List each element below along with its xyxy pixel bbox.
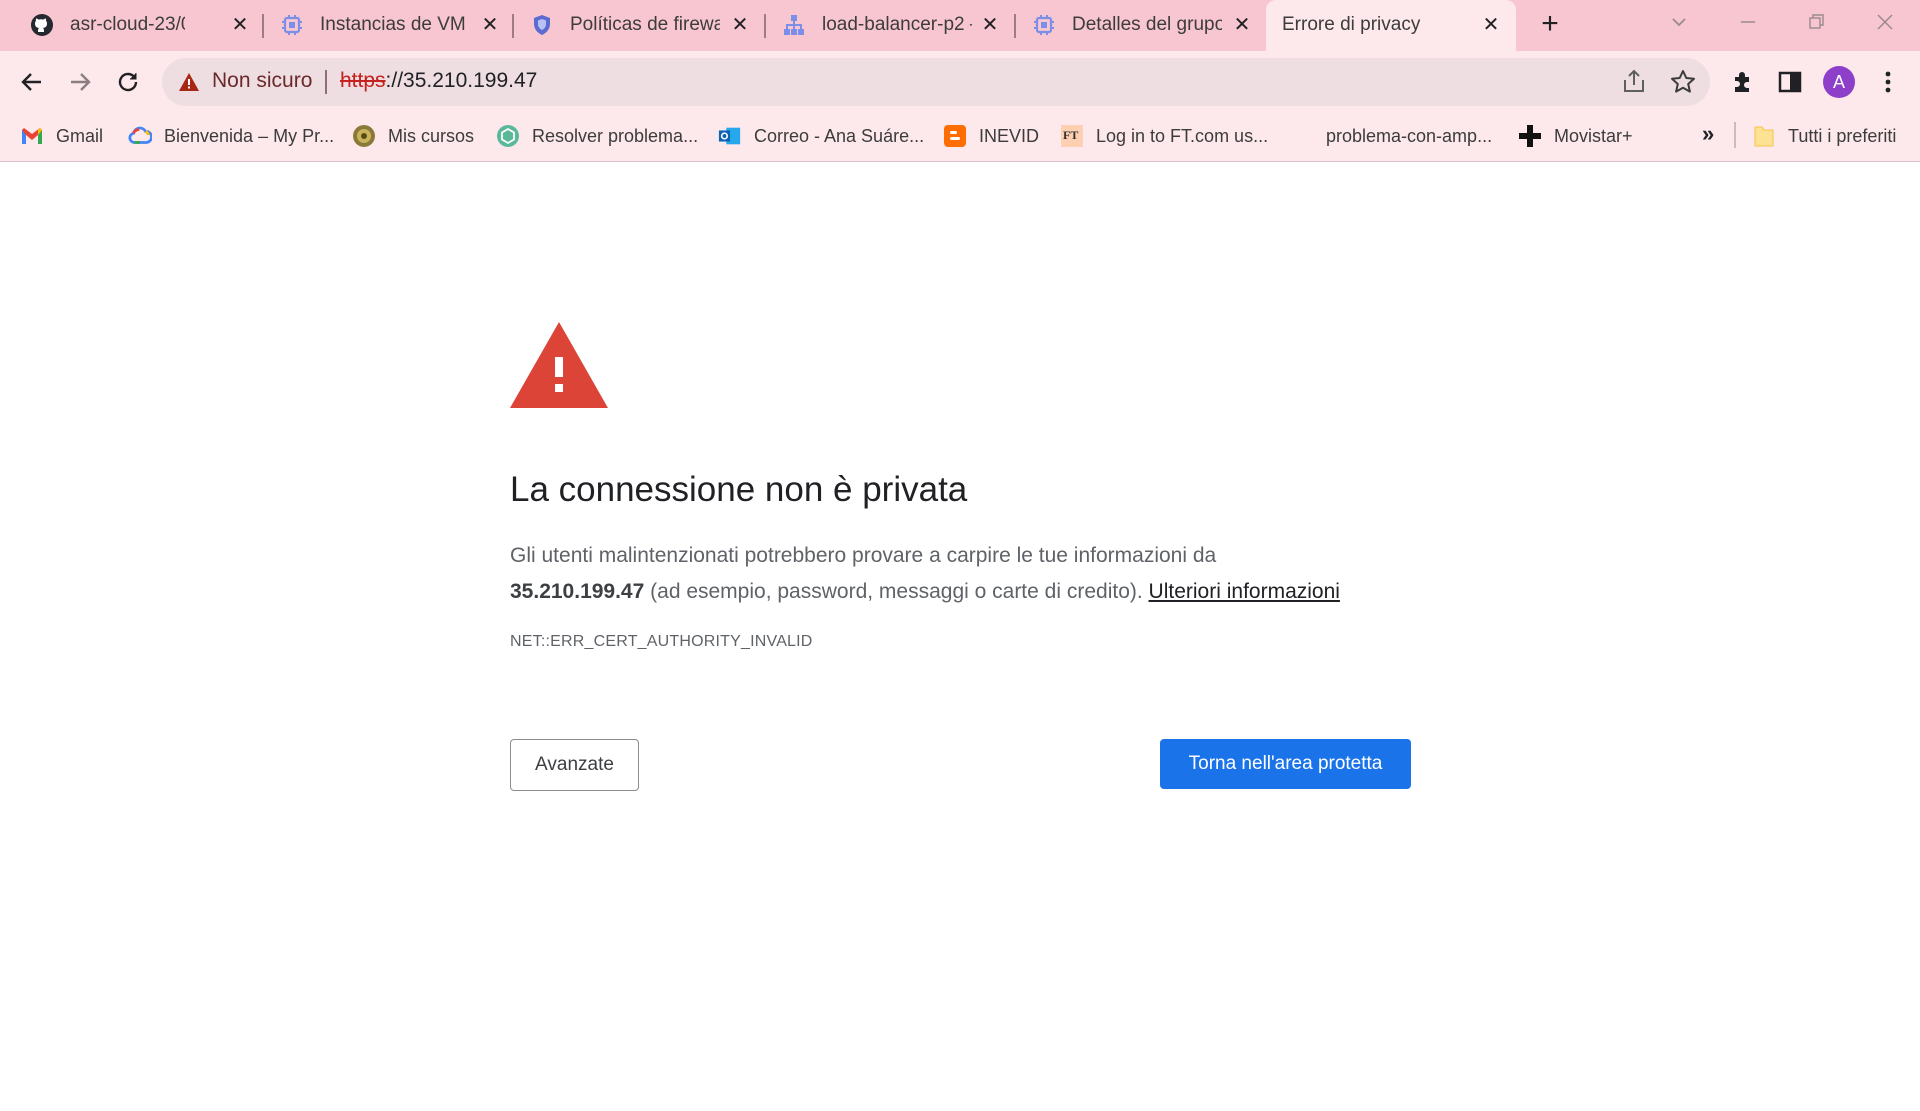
tab-firewall[interactable]: Políticas de firewall ✕ [500, 0, 750, 51]
bookmark-label: Mis cursos [388, 125, 475, 146]
bookmark-star-icon[interactable] [1669, 68, 1697, 96]
tab-title: Políticas de firewall [570, 14, 720, 35]
bookmark-problema[interactable]: problema-con-amp... [1326, 121, 1492, 151]
plus-icon [1518, 124, 1542, 148]
bookmark-outlook[interactable]: Correo - Ana Suáre... [718, 121, 924, 151]
shield-icon [530, 13, 554, 37]
bookmark-label: Resolver problema... [532, 125, 699, 146]
more-bookmarks-chevron[interactable]: » [1702, 121, 1714, 147]
kebab-menu-icon[interactable] [1874, 68, 1902, 96]
bookmark-gmail[interactable]: Gmail [20, 121, 103, 151]
back-to-safety-button[interactable]: Torna nell'area protetta [1160, 739, 1411, 789]
tab-title: load-balancer-p2 – [822, 14, 972, 35]
tab-group-details[interactable]: Detalles del grupo c ✕ [1002, 0, 1262, 51]
back-button[interactable] [14, 64, 50, 100]
tab-title: Instancias de VM – [320, 14, 470, 35]
network-icon [782, 13, 806, 37]
outlook-icon [718, 124, 742, 148]
tab-title: Errore di privacy [1282, 14, 1421, 35]
close-icon[interactable]: ✕ [728, 13, 752, 37]
bookmark-movistar[interactable]: Movistar+ [1518, 121, 1633, 151]
bookmarks-separator [1734, 122, 1736, 148]
folder-icon [1752, 124, 1776, 148]
tab-title: Detalles del grupo c [1072, 14, 1222, 35]
warning-triangle-icon [510, 322, 608, 408]
all-bookmarks-folder[interactable]: Tutti i preferiti [1752, 121, 1896, 151]
page-title: La connessione non è privata [510, 470, 968, 509]
restore-button[interactable] [1801, 10, 1831, 40]
bookmark-label: Gmail [56, 125, 104, 146]
bookmark-google-cloud[interactable]: Bienvenida – My Pr... [128, 121, 334, 151]
url-host: ://35.210.199.47 [385, 69, 538, 92]
omnibox-separator [325, 70, 327, 94]
close-icon[interactable]: ✕ [228, 13, 252, 37]
explanation-text-2: (ad esempio, password, messaggi o carte … [650, 580, 1143, 603]
tab-privacy-error[interactable]: Errore di privacy ✕ [1266, 0, 1516, 51]
error-code: NET::ERR_CERT_AUTHORITY_INVALID [510, 633, 813, 650]
google-cloud-icon [128, 124, 152, 148]
side-panel-icon[interactable] [1776, 68, 1804, 96]
not-secure-label[interactable]: Non sicuro [212, 69, 312, 93]
compute-engine-icon [1032, 13, 1056, 37]
compute-engine-icon [280, 13, 304, 37]
tab-search-chevron-icon[interactable] [1664, 10, 1694, 40]
learn-more-link[interactable]: Ulteriori informazioni [1149, 580, 1340, 603]
gmail-icon [20, 124, 44, 148]
warning-triangle-icon[interactable] [178, 71, 200, 93]
bookmark-chatgpt[interactable]: Resolver problema... [496, 121, 698, 151]
bookmark-label: Correo - Ana Suáre... [754, 125, 925, 146]
bookmark-label: Log in to FT.com us... [1096, 125, 1269, 146]
course-icon [352, 124, 376, 148]
blogger-icon [943, 124, 967, 148]
minimize-button[interactable] [1733, 10, 1763, 40]
bookmark-ft[interactable]: FT Log in to FT.com us... [1060, 121, 1268, 151]
share-icon[interactable] [1620, 68, 1648, 96]
profile-avatar[interactable]: A [1823, 66, 1855, 98]
url-scheme: https [340, 69, 386, 92]
chatgpt-icon [496, 124, 520, 148]
url-text[interactable]: https://35.210.199.47 [340, 69, 537, 93]
bookmark-label: problema-con-amp... [1326, 125, 1493, 146]
github-icon [30, 13, 54, 37]
error-explanation: Gli utenti malintenzionati potrebbero pr… [510, 538, 1410, 610]
forward-button[interactable] [62, 64, 98, 100]
close-icon[interactable]: ✕ [978, 13, 1002, 37]
bookmark-label: Bienvenida – My Pr... [164, 125, 335, 146]
extensions-puzzle-icon[interactable] [1729, 68, 1757, 96]
bookmark-label: Movistar+ [1554, 125, 1633, 146]
close-icon[interactable]: ✕ [1479, 13, 1503, 37]
close-icon[interactable]: ✕ [1230, 13, 1254, 37]
advanced-button[interactable]: Avanzate [510, 739, 639, 791]
bookmark-inevid[interactable]: INEVID [943, 121, 1039, 151]
reload-button[interactable] [110, 64, 146, 100]
bookmark-label: Tutti i preferiti [1788, 125, 1897, 146]
bookmark-label: INEVID [979, 125, 1040, 146]
close-window-button[interactable] [1870, 10, 1900, 40]
tab-title: asr-cloud-23/02-vi [70, 14, 185, 35]
tab-load-balancer[interactable]: load-balancer-p2 – ✕ [752, 0, 1002, 51]
close-icon[interactable]: ✕ [478, 13, 502, 37]
host-name: 35.210.199.47 [510, 580, 645, 603]
tab-github[interactable]: asr-cloud-23/02-vi ✕ [0, 0, 260, 51]
tab-vm-instances[interactable]: Instancias de VM – ✕ [250, 0, 500, 51]
bookmark-mis-cursos[interactable]: Mis cursos [352, 121, 474, 151]
new-tab-button[interactable]: + [1536, 9, 1564, 39]
privacy-error-page [0, 163, 1920, 1111]
explanation-text: Gli utenti malintenzionati potrebbero pr… [510, 544, 1217, 567]
svg-text:FT: FT [1063, 128, 1078, 142]
ft-icon: FT [1060, 124, 1084, 148]
